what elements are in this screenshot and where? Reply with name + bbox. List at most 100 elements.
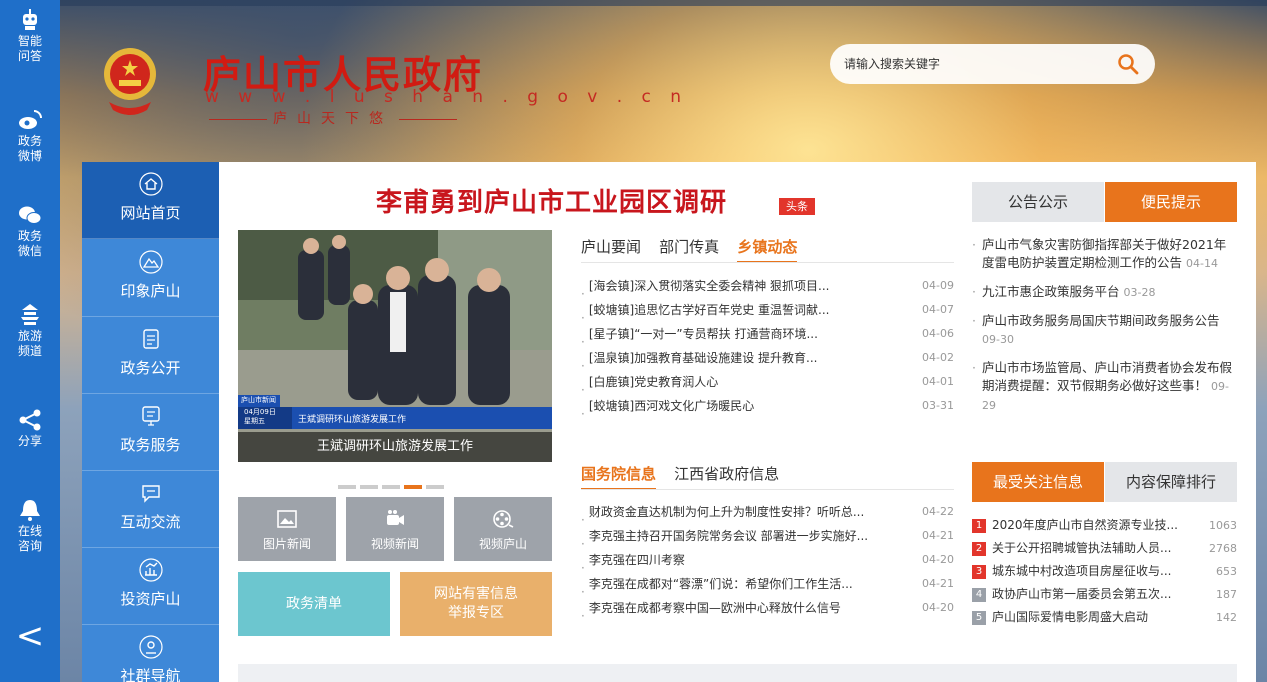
rail-item-share[interactable]: 分享 [0,408,60,449]
nav-item-community[interactable]: 社群导航 [82,625,219,682]
rail-item-consult[interactable]: 在线 咨询 [0,498,60,554]
nav-item-home[interactable]: 网站首页 [82,162,219,239]
carousel-dot-active[interactable] [404,485,422,489]
news-title: 李克强在四川考察 [588,553,685,567]
news-photo[interactable]: 庐山市新闻 04月09日 星期五 王斌调研环山旅游发展工作 王斌调研环山旅游发展工… [238,230,552,462]
list-item[interactable]: [蛟塘镇]西河戏文化广场暖民心 03-31 [581,394,954,418]
list-item[interactable]: 庐山市气象灾害防御指挥部关于做好2021年度雷电防护装置定期检测工作的公告 04… [972,236,1237,273]
photo-caption: 王斌调研环山旅游发展工作 [238,432,552,462]
list-item[interactable]: 1 2020年度庐山市自然资源专业技... 1063 [972,514,1237,537]
news-date: 04-09 [922,279,954,292]
list-item[interactable]: [白鹿镇]党史教育润人心 04-01 [581,370,954,394]
tab-content-ranking[interactable]: 内容保障排行 [1105,462,1237,502]
list-item[interactable]: 5 庐山国际爱情电影周盛大启动 142 [972,606,1237,629]
view-count: 1063 [1209,519,1237,532]
list-item[interactable]: [星子镇]“一对一”专员帮扶 打通营商环境... 04-06 [581,322,954,346]
carousel-dot[interactable] [382,485,400,489]
list-item[interactable]: [蛟塘镇]追思忆古学好百年党史 重温誓词献... 04-07 [581,298,954,322]
list-item[interactable]: 庐山市政务服务局国庆节期间政务服务公告 09-30 [972,312,1237,349]
main-nav: 网站首页 印象庐山 政务公开 政务服务 互动交流 投资庐山 社群导航 [82,162,219,682]
news-date: 03-31 [922,399,954,412]
nav-item-interaction[interactable]: 互动交流 [82,471,219,548]
tab-divider [581,262,954,263]
mountain-icon [138,250,163,274]
video-news-button[interactable]: 视频新闻 [346,497,444,561]
gov-list-button[interactable]: 政务清单 [238,572,390,636]
view-count: 142 [1216,611,1237,624]
nav-item-impression[interactable]: 印象庐山 [82,240,219,317]
tab-state-council[interactable]: 国务院信息 [581,463,657,490]
list-item[interactable]: 2 关于公开招聘城管执法辅助人员... 2768 [972,537,1237,560]
nav-item-invest[interactable]: 投资庐山 [82,548,219,625]
news-title: [温泉镇]加强教育基础设施建设 提升教育... [588,351,818,365]
robot-icon [23,9,37,30]
list-item[interactable]: 李克强在成都对“蓉漂”们说：希望你们工作生活... 04-21 [581,572,954,596]
notice-date: 04-14 [1186,257,1218,270]
notice-text: 庐山市市场监管局、庐山市消费者协会发布假期消费提醒：双节假期务必做好这些事！ [982,360,1233,393]
list-item[interactable]: [温泉镇]加强教育基础设施建设 提升教育... 04-02 [581,346,954,370]
rail-item-smart-qa[interactable]: 智能 问答 [0,8,60,64]
list-item[interactable]: 九江市惠企政策服务平台 03-28 [972,283,1237,302]
motto-text: 庐山天下悠 [273,111,393,127]
list-item[interactable]: 庐山市市场监管局、庐山市消费者协会发布假期消费提醒：双节假期务必做好这些事！ 0… [972,359,1237,415]
search-input[interactable] [844,54,1104,74]
rank-badge: 3 [972,564,986,579]
video-lushan-button[interactable]: 视频庐山 [454,497,552,561]
tab-lushan-news[interactable]: 庐山要闻 [581,236,641,261]
news-date: 04-02 [922,351,954,364]
report-label-1: 网站有害信息 [434,586,518,602]
document-icon [142,329,159,349]
carousel-dot[interactable] [338,485,356,489]
notice-text: 庐山市政务服务局国庆节期间政务服务公告 [982,313,1220,328]
news-date: 04-20 [922,601,954,614]
nav-item-gov-open[interactable]: 政务公开 [82,317,219,394]
tab-announcements[interactable]: 公告公示 [972,182,1104,222]
hot-title: 城东城中村改造项目房屋征收与... [992,564,1172,578]
left-rail: 智能 问答 政务 微博 政务 微信 旅游 频道 分享 在线 咨询 < [0,0,60,682]
rail-label: 旅游 [17,329,42,343]
rail-label: 智能 [17,34,42,48]
news-title: [蛟塘镇]西河戏文化广场暖民心 [588,399,755,413]
list-item[interactable]: 李克强在四川考察 04-20 [581,548,954,572]
list-item[interactable]: 4 政协庐山市第一届委员会第五次... 187 [972,583,1237,606]
nav-label: 社群导航 [120,667,181,682]
list-item[interactable]: 李克强主持召开国务院常务会议 部署进一步实施好... 04-21 [581,524,954,548]
list-item[interactable]: 3 城东城中村改造项目房屋征收与... 653 [972,560,1237,583]
tab-public-tips[interactable]: 便民提示 [1105,182,1237,222]
list-item[interactable]: 财政资金直达机制为何上升为制度性安排？听听总... 04-22 [581,500,954,524]
nav-item-gov-service[interactable]: 政务服务 [82,394,219,471]
rank-badge: 5 [972,610,986,625]
picture-news-button[interactable]: 图片新闻 [238,497,336,561]
motto-line [209,118,267,120]
collapse-rail-button[interactable]: < [0,614,60,658]
news-tabs-1: 庐山要闻 部门传真 乡镇动态 [581,236,811,263]
chat-icon [141,485,160,503]
tab-most-followed[interactable]: 最受关注信息 [972,462,1104,502]
rail-label: 分享 [17,434,42,448]
tab-township-news[interactable]: 乡镇动态 [737,236,798,263]
tv-date: 04月09日 星期五 [244,408,276,426]
site-url: w w w . l u s h a n . g o v . c n [205,87,689,107]
rail-item-tourism[interactable]: 旅游 频道 [0,303,60,359]
tab-jiangxi-gov[interactable]: 江西省政府信息 [674,463,779,488]
news-date: 04-22 [922,505,954,518]
ranking-tabs: 最受关注信息 内容保障排行 [972,462,1237,502]
carousel-dot[interactable] [426,485,444,489]
headline-title[interactable]: 李甫勇到庐山市工业园区调研 [376,182,727,219]
list-item[interactable]: [海会镇]深入贯彻落实全委会精神 狠抓项目... 04-09 [581,274,954,298]
list-item[interactable]: 李克强在成都考察中国—欧洲中心释放什么信号 04-20 [581,596,954,620]
tab-department-fax[interactable]: 部门传真 [659,236,719,261]
carousel-dot[interactable] [360,485,378,489]
report-harmful-info-button[interactable]: 网站有害信息 举报专区 [400,572,552,636]
notice-tabs: 公告公示 便民提示 [972,182,1237,222]
rank-badge: 1 [972,518,986,533]
news-title: 财政资金直达机制为何上升为制度性安排？听听总... [588,505,865,519]
report-label-2: 举报专区 [448,605,504,621]
media-label: 图片新闻 [262,537,311,551]
rail-item-wechat[interactable]: 政务 微信 [0,203,60,259]
rail-item-weibo[interactable]: 政务 微博 [0,108,60,164]
location-icon [138,635,163,659]
top-strip [60,0,1267,6]
search-icon[interactable] [1117,53,1139,75]
rank-badge: 2 [972,541,986,556]
